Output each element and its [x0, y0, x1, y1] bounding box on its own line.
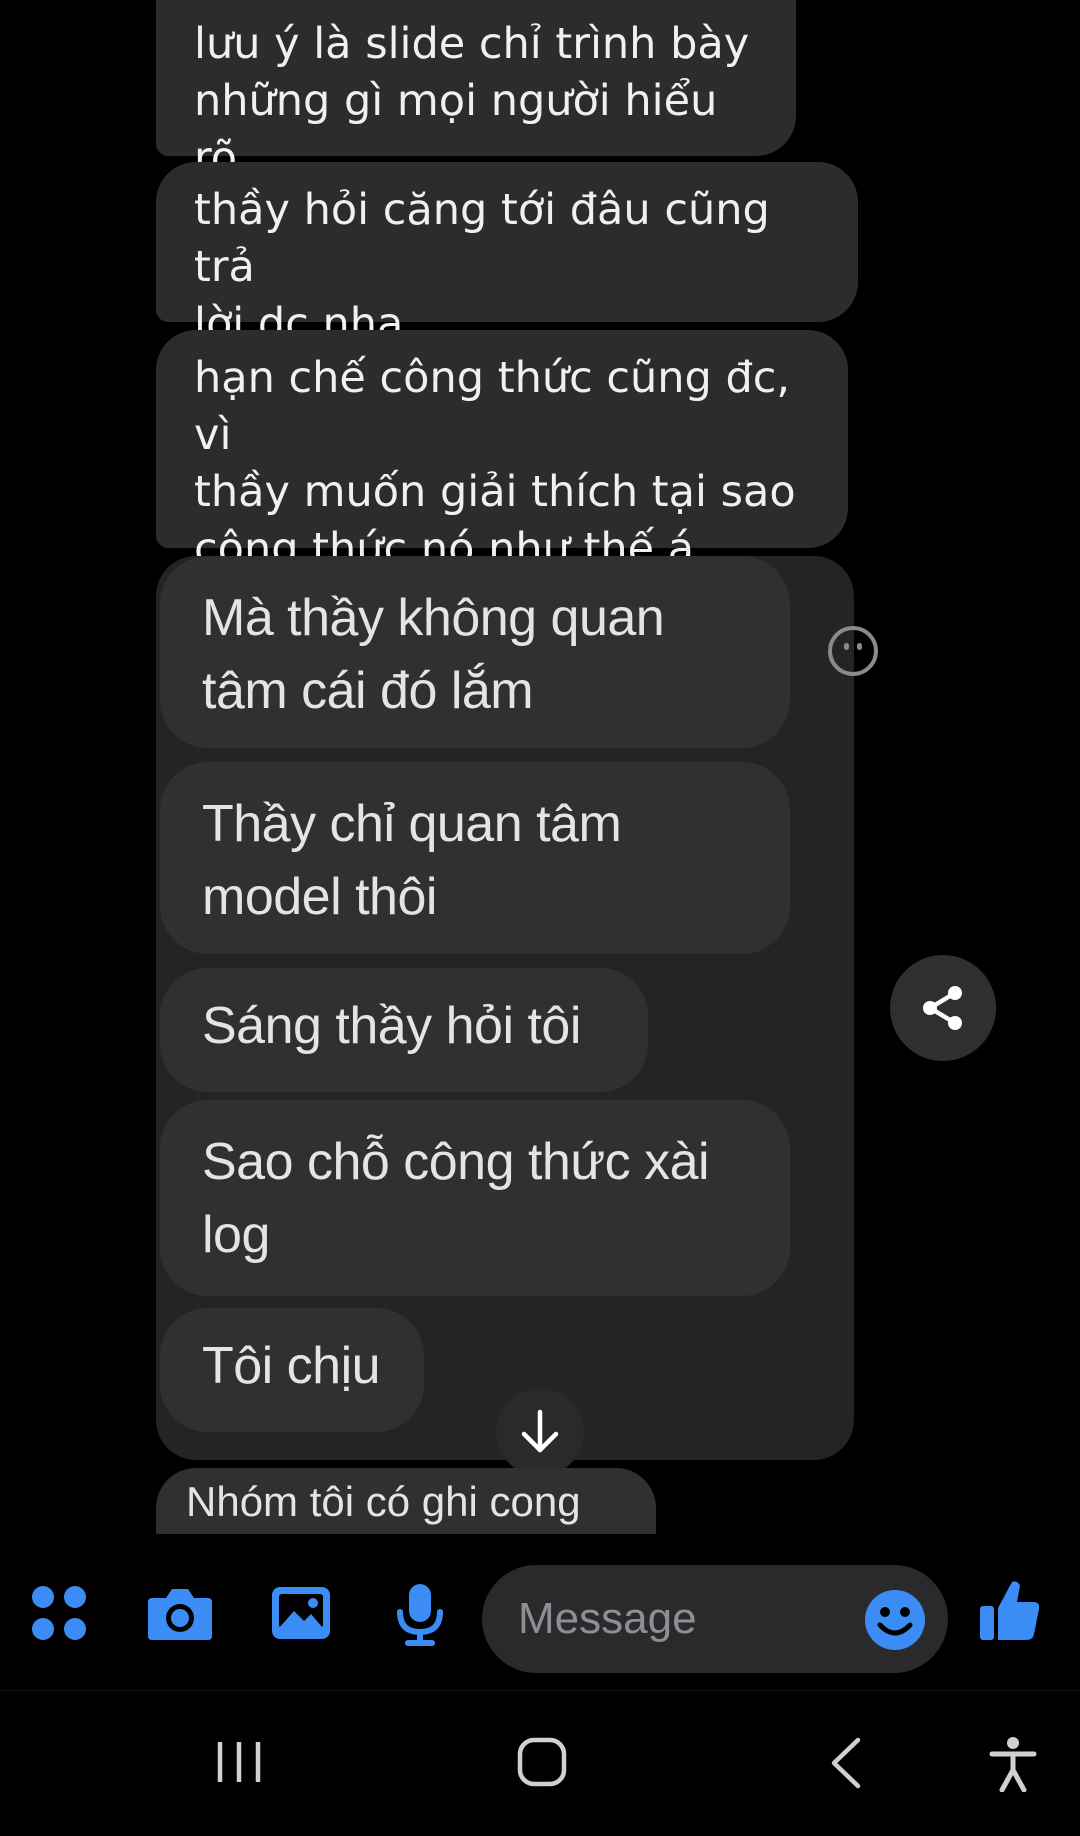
message-text: thầy hỏi căng tới đâu cũng trả lời dc nh… [194, 185, 770, 349]
screenshot-bubble-text: Sao chỗ công thức xài log [202, 1133, 710, 1264]
screenshot-bubble-text: Thầy chỉ quan tâm model thôi [202, 795, 622, 926]
screenshot-bubble: Thầy chỉ quan tâm model thôi [160, 762, 790, 954]
back-icon[interactable] [828, 1736, 864, 1790]
apps-grid-icon[interactable] [30, 1584, 88, 1642]
accessibility-icon[interactable] [988, 1736, 1038, 1792]
emoji-icon[interactable] [864, 1589, 926, 1651]
message-bubble[interactable]: lưu ý là slide chỉ trình bày những gì mọ… [156, 0, 796, 183]
share-button[interactable] [890, 955, 996, 1061]
message-input-placeholder: Message [518, 1594, 697, 1643]
recent-apps-icon[interactable] [214, 1738, 264, 1786]
screenshot-bubble: Mà thầy không quan tâm cái đó lắm [160, 556, 790, 748]
smiley-react-icon[interactable] [828, 626, 878, 676]
thumbs-up-icon[interactable] [978, 1578, 1042, 1644]
home-icon[interactable] [516, 1736, 568, 1788]
message-text: lưu ý là slide chỉ trình bày những gì mọ… [194, 19, 750, 183]
screenshot-bubble-text: Mà thầy không quan tâm cái đó lắm [202, 589, 665, 720]
screenshot-bubble-text: Sáng thầy hỏi tôi [202, 997, 581, 1055]
message-bubble[interactable]: hạn chế công thức cũng đc, vì thầy muốn … [156, 330, 848, 574]
partial-message-bubble[interactable]: Nhóm tôi có ghi cong [156, 1468, 656, 1534]
screenshot-bubble: Tôi chịu [160, 1308, 424, 1432]
screenshot-bubble-text: Tôi chịu [202, 1337, 381, 1395]
camera-icon[interactable] [146, 1586, 214, 1642]
message-text: Nhóm tôi có ghi cong [186, 1478, 581, 1525]
arrow-down-icon [521, 1409, 559, 1453]
shared-image-message[interactable]: Mà thầy không quan tâm cái đó lắm Thầy c… [156, 556, 854, 1460]
microphone-icon[interactable] [394, 1582, 446, 1646]
scroll-to-bottom-button[interactable] [496, 1388, 584, 1476]
share-icon [923, 986, 962, 1030]
message-bubble[interactable]: thầy hỏi căng tới đâu cũng trả lời dc nh… [156, 162, 858, 349]
screenshot-bubble: Sáng thầy hỏi tôi [160, 968, 648, 1092]
message-text: hạn chế công thức cũng đc, vì thầy muốn … [194, 353, 796, 574]
screenshot-bubble: Sao chỗ công thức xài log [160, 1100, 790, 1296]
gallery-icon[interactable] [270, 1585, 332, 1641]
